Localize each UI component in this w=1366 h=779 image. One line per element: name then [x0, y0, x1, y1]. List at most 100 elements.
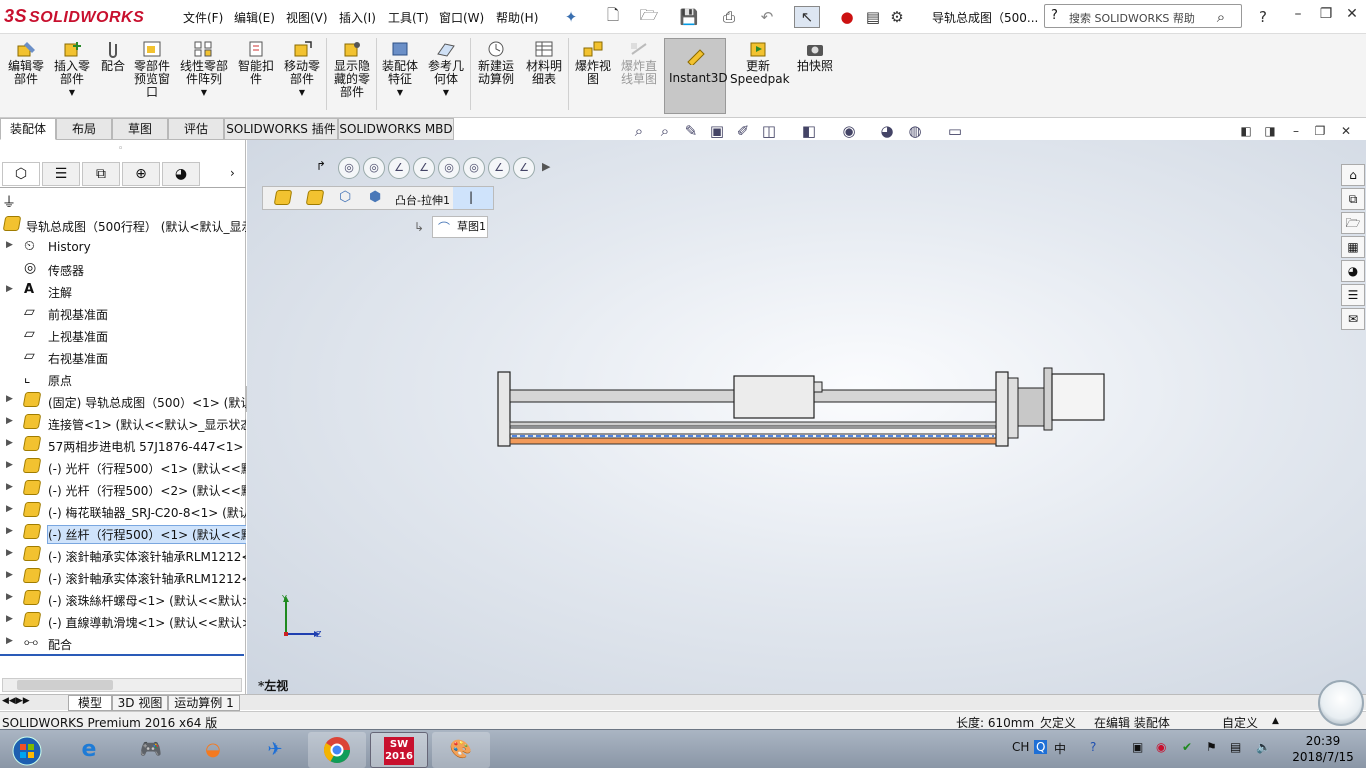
view-orientation-icon[interactable]: ◫: [758, 122, 780, 142]
menu-file[interactable]: 文件(F): [183, 9, 223, 26]
edit-appearance-icon[interactable]: ◕: [876, 122, 898, 142]
instant3d-button[interactable]: Instant3D: [664, 38, 728, 114]
tree-item-component[interactable]: ▶ (-) 滚針軸承实体滚针轴承RLM1212<: [0, 566, 246, 588]
section-view-icon[interactable]: ▣: [706, 122, 728, 142]
expand-arrow-icon[interactable]: ▶: [6, 570, 13, 580]
tree-item-component[interactable]: ▶ (-) 直線導軌滑塊<1> (默认<<默认>: [0, 610, 246, 632]
ime-help-icon[interactable]: ?: [1090, 740, 1096, 754]
restore-icon[interactable]: ❐: [1314, 6, 1338, 22]
close-icon[interactable]: ✕: [1340, 6, 1364, 22]
language-indicator[interactable]: CH: [1012, 740, 1029, 754]
ime-mode-indicator[interactable]: 中: [1054, 740, 1066, 757]
tile-right-icon[interactable]: ◨: [1258, 124, 1282, 138]
design-library-icon[interactable]: ⧉: [1341, 188, 1365, 210]
reference-geometry-button[interactable]: 参考几 何体 ▼: [424, 40, 468, 99]
panel-splitter-handle[interactable]: ◦: [118, 144, 123, 154]
breadcrumb-feature-label[interactable]: 凸台-拉伸1: [395, 192, 450, 208]
file-properties-icon[interactable]: ▤: [860, 6, 886, 28]
uc-browser-icon[interactable]: ◒: [184, 732, 242, 768]
move-component-button[interactable]: 移动零 部件 ▼: [280, 40, 324, 99]
tree-item-component[interactable]: ▶ (-) 光杆（行程500）<2> (默认<<默: [0, 478, 246, 500]
tree-item-mates[interactable]: ▶ ⧟ 配合: [0, 632, 246, 654]
tree-item-sensors[interactable]: ◎ 传感器: [0, 258, 246, 280]
doc-minimize-icon[interactable]: –: [1284, 124, 1308, 138]
search-magnifier-icon[interactable]: ⌕: [1208, 6, 1234, 28]
subassembly-crumb-icon[interactable]: [305, 190, 325, 206]
expand-arrow-icon[interactable]: ▶: [6, 482, 13, 492]
menu-help[interactable]: 帮助(H): [496, 9, 538, 26]
body-crumb-icon[interactable]: ⬢: [369, 189, 381, 205]
tree-root-assembly[interactable]: 导轨总成图（500行程） (默认<默认_显示: [0, 214, 246, 236]
tile-left-icon[interactable]: ◧: [1234, 124, 1258, 138]
tree-item-component[interactable]: ▶ 连接管<1> (默认<<默认>_显示状态: [0, 412, 246, 434]
menu-view[interactable]: 视图(V): [286, 9, 328, 26]
concentric-mate-icon[interactable]: ◎: [463, 157, 485, 179]
solidworks-taskbar-icon[interactable]: SW 2016: [370, 732, 428, 768]
menu-tools[interactable]: 工具(T): [388, 9, 429, 26]
tray-monitor-icon[interactable]: ▣: [1132, 740, 1143, 754]
solidworks-resources-home-icon[interactable]: ⌂: [1341, 164, 1365, 186]
tab-layout[interactable]: 布局: [56, 118, 112, 140]
tree-item-component[interactable]: ▶ (-) 梅花联轴器_SRJ-C20-8<1> (默认: [0, 500, 246, 522]
apply-scene-icon[interactable]: ◍: [904, 122, 926, 142]
tree-item-component-selected[interactable]: ▶ (-) 丝杆（行程500）<1> (默认<<默: [0, 522, 246, 544]
expand-arrow-icon[interactable]: ▶: [6, 284, 13, 294]
new-motion-study-button[interactable]: 新建运 动算例: [474, 40, 518, 86]
display-style-icon[interactable]: ◧: [798, 122, 820, 142]
minimize-icon[interactable]: –: [1286, 6, 1310, 22]
open-file-icon[interactable]: 🗁: [636, 6, 662, 28]
solidworks-logo[interactable]: 3S SOLIDWORKS: [4, 6, 144, 27]
chrome-icon[interactable]: [308, 732, 366, 768]
tray-volume-icon[interactable]: 🔈: [1256, 740, 1271, 754]
file-explorer-icon[interactable]: 🗁: [1341, 212, 1365, 234]
angle-mate-icon[interactable]: ∠: [388, 157, 410, 179]
tab-solidworks-mbd[interactable]: SOLIDWORKS MBD: [338, 118, 454, 140]
tree-item-right-plane[interactable]: ▱ 右视基准面: [0, 346, 246, 368]
angle-mate-icon[interactable]: ∠: [513, 157, 535, 179]
tree-item-top-plane[interactable]: ▱ 上视基准面: [0, 324, 246, 346]
expand-arrow-icon[interactable]: ▶: [6, 548, 13, 558]
internet-explorer-icon[interactable]: e: [60, 732, 118, 768]
view-palette-icon[interactable]: ▦: [1341, 236, 1365, 258]
angle-mate-icon[interactable]: ∠: [488, 157, 510, 179]
tab-3d-view[interactable]: 3D 视图: [112, 695, 168, 711]
breadcrumb-face-chip[interactable]: |: [453, 187, 493, 209]
expand-arrow-icon[interactable]: ▶: [6, 394, 13, 404]
tree-item-annotations[interactable]: ▶ A 注解: [0, 280, 246, 302]
linear-pattern-button[interactable]: 线性零部 件阵列 ▼: [176, 40, 232, 99]
tree-item-front-plane[interactable]: ▱ 前视基准面: [0, 302, 246, 324]
rollback-bar[interactable]: [0, 654, 244, 656]
dynamic-annotation-icon[interactable]: ✐: [732, 122, 754, 142]
property-manager-tab-icon[interactable]: ☰: [42, 162, 80, 186]
assembly-crumb-icon[interactable]: [273, 190, 293, 206]
save-icon[interactable]: 💾: [676, 6, 702, 28]
update-speedpak-button[interactable]: 更新 Speedpak: [730, 40, 790, 86]
explode-line-sketch-button[interactable]: 爆炸直 线草图: [616, 40, 662, 86]
custom-properties-icon[interactable]: ☰: [1341, 284, 1365, 306]
tab-motion-study[interactable]: 运动算例 1: [168, 695, 240, 711]
assembly-features-button[interactable]: 装配体 特征 ▼: [380, 40, 420, 99]
component-preview-button[interactable]: 零部件 预览窗 口: [130, 40, 174, 99]
expand-arrow-icon[interactable]: ▶: [6, 592, 13, 602]
units-dropdown-arrow-icon[interactable]: ▲: [1272, 716, 1279, 726]
hide-show-items-icon[interactable]: ◉: [838, 122, 860, 142]
panel-more-chevron-icon[interactable]: ›: [230, 166, 235, 180]
tab-model[interactable]: 模型: [68, 695, 112, 711]
ime-logo-icon[interactable]: Q: [1034, 740, 1048, 754]
expand-arrow-icon[interactable]: ▶: [6, 240, 13, 250]
expand-arrow-icon[interactable]: ▶: [6, 416, 13, 426]
tray-network-icon[interactable]: ▤: [1230, 740, 1241, 754]
view-settings-icon[interactable]: ▭: [944, 122, 966, 142]
concentric-mate-icon[interactable]: ◎: [438, 157, 460, 179]
doc-restore-icon[interactable]: ❐: [1308, 124, 1332, 138]
doc-close-icon[interactable]: ✕: [1334, 124, 1358, 138]
angle-mate-icon[interactable]: ∠: [413, 157, 435, 179]
tree-item-component[interactable]: ▶ 57两相步进电机 57J1876-447<1> (: [0, 434, 246, 456]
undo-icon[interactable]: ↶: [754, 6, 780, 28]
tree-item-component[interactable]: ▶ (-) 滚珠絲杆螺母<1> (默认<<默认>: [0, 588, 246, 610]
smart-fasteners-button[interactable]: 智能扣 件: [236, 40, 276, 86]
tab-sketch[interactable]: 草图: [112, 118, 168, 140]
expand-arrow-icon[interactable]: ▶: [6, 504, 13, 514]
sketch-breadcrumb-chip[interactable]: ⌒ 草图1: [432, 216, 488, 238]
show-hidden-components-button[interactable]: 显示隐 藏的零 部件: [330, 40, 374, 99]
